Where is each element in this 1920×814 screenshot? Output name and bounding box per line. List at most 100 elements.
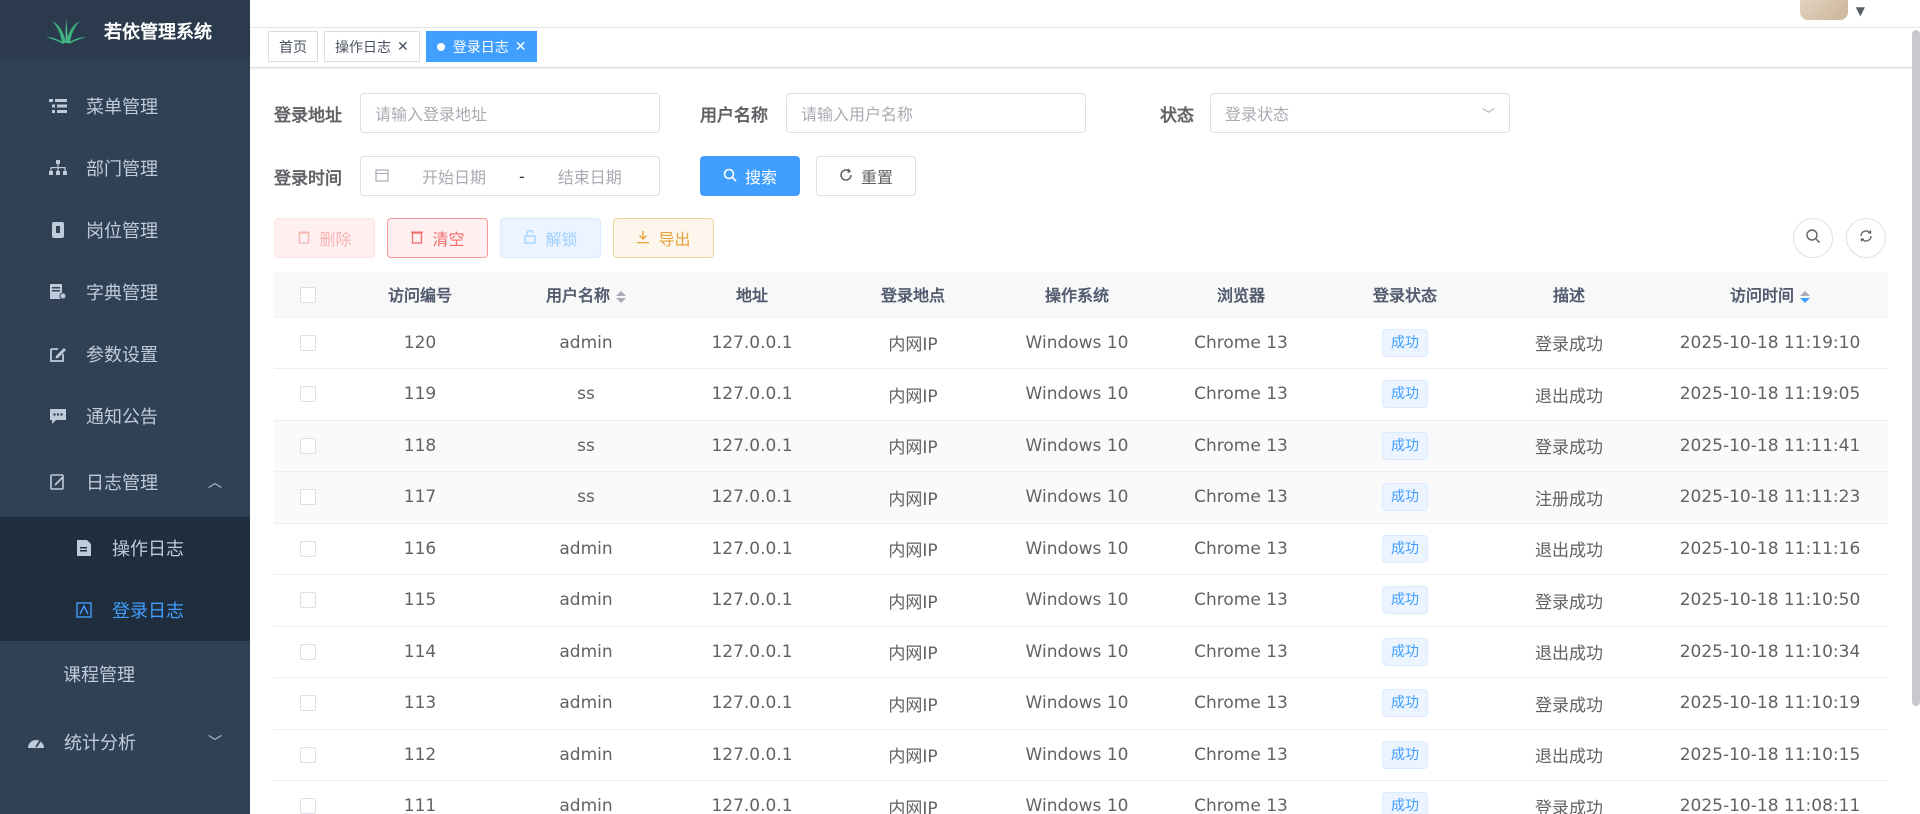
table-row[interactable]: 112 admin 127.0.0.1 内网IP Windows 10 Chrome 13…	[274, 729, 1888, 781]
sidebar-item-config[interactable]: 参数设置	[0, 323, 250, 385]
sidebar-item-logininfor[interactable]: 登录日志	[0, 579, 250, 641]
cell-msg: 登录成功	[1486, 317, 1652, 369]
col-header[interactable]: 访问编号	[342, 272, 498, 318]
table-row[interactable]: 111 admin 127.0.0.1 内网IP Windows 10 Chrome 13…	[274, 780, 1888, 814]
sidebar-item-menu[interactable]: 菜单管理	[0, 75, 250, 137]
sort-icon[interactable]	[1800, 290, 1810, 303]
col-header-username[interactable]: 用户名称	[498, 272, 674, 318]
tag-label: 首页	[279, 39, 307, 56]
row-checkbox[interactable]	[300, 798, 316, 814]
clean-button[interactable]: 清空	[387, 218, 488, 258]
col-header[interactable]: 地址	[674, 272, 830, 318]
sidebar-item-operlog[interactable]: 操作日志	[0, 517, 250, 579]
cell-time: 2025-10-18 11:19:10	[1652, 317, 1888, 369]
row-checkbox[interactable]	[300, 643, 316, 660]
refresh-table-button[interactable]	[1846, 218, 1886, 258]
message-icon	[48, 406, 68, 426]
sidebar: 若依管理系统 菜单管理 部门管理 岗位管理 字典管理 参数设置 通知公告 日志管…	[0, 0, 250, 814]
navbar: ▼	[250, 0, 1920, 28]
table-row[interactable]: 114 admin 127.0.0.1 内网IP Windows 10 Chrome 13…	[274, 626, 1888, 678]
sidebar-item-label: 日志管理	[86, 473, 158, 494]
cell-status: 成功	[1324, 626, 1486, 678]
avatar[interactable]	[1800, 0, 1848, 20]
close-icon[interactable]: ✕	[515, 39, 527, 55]
cell-user: ss	[498, 471, 674, 524]
row-checkbox[interactable]	[300, 592, 316, 609]
sidebar-item-post[interactable]: 岗位管理	[0, 199, 250, 261]
cell-browser: Chrome 13	[1158, 471, 1324, 524]
chevron-down-icon: ﹀	[1481, 107, 1495, 123]
delete-button[interactable]: 删除	[274, 218, 375, 258]
status-badge: 成功	[1382, 328, 1428, 357]
scrollbar[interactable]	[1912, 30, 1920, 706]
close-icon[interactable]: ✕	[397, 39, 409, 55]
toggle-search-button[interactable]	[1793, 218, 1833, 258]
login-log-table: 访问编号 用户名称 地址 登录地点 操作系统 浏览器 登录状态 描述 访问时间 …	[274, 272, 1888, 814]
form-item-status: 状态 登录状态 ﹀	[1160, 93, 1510, 133]
sidebar-item-stats[interactable]: 统计分析 ﹀	[0, 707, 250, 777]
sidebar-item-label: 岗位管理	[86, 221, 158, 242]
cell-status: 成功	[1324, 420, 1486, 472]
search-button[interactable]: 搜索	[700, 156, 800, 196]
col-header[interactable]: 描述	[1486, 272, 1652, 318]
tag-home[interactable]: 首页	[268, 31, 318, 62]
row-checkbox[interactable]	[300, 695, 316, 712]
row-checkbox[interactable]	[300, 386, 316, 403]
cell-os: Windows 10	[996, 368, 1158, 421]
unlock-button-label: 解锁	[545, 230, 578, 249]
sort-icon[interactable]	[616, 290, 626, 303]
app-logo[interactable]: 若依管理系统	[0, 0, 250, 61]
sidebar-item-dict[interactable]: 字典管理	[0, 261, 250, 323]
sidebar-item-dept[interactable]: 部门管理	[0, 137, 250, 199]
search-icon	[723, 167, 737, 186]
sidebar-item-notice[interactable]: 通知公告	[0, 385, 250, 447]
sidebar-item-label: 字典管理	[86, 283, 158, 304]
table-body: 120 admin 127.0.0.1 内网IP Windows 10 Chrome 13…	[274, 317, 1888, 814]
cell-user: admin	[498, 317, 674, 369]
tag-login-log[interactable]: 登录日志 ✕	[425, 31, 538, 62]
col-header-time[interactable]: 访问时间	[1652, 272, 1888, 318]
tag-oper-log[interactable]: 操作日志 ✕	[324, 31, 420, 62]
row-checkbox[interactable]	[300, 437, 316, 454]
cell-status: 成功	[1324, 523, 1486, 575]
status-select[interactable]: 登录状态 ﹀	[1210, 93, 1510, 133]
chevron-down-icon: ﹀	[208, 735, 222, 751]
status-badge: 成功	[1382, 792, 1428, 814]
cell-id: 120	[342, 317, 498, 369]
calendar-icon	[375, 167, 389, 186]
row-checkbox[interactable]	[300, 489, 316, 506]
reset-button[interactable]: 重置	[816, 156, 916, 196]
row-checkbox[interactable]	[300, 540, 316, 557]
main-area: ▼ 首页 操作日志 ✕ 登录日志 ✕ 登录地址 请输入登录地址 用户名称 请输入用户…	[250, 0, 1920, 814]
username-input[interactable]: 请输入用户名称	[786, 93, 1086, 133]
select-all-checkbox[interactable]	[300, 287, 316, 304]
table-row[interactable]: 115 admin 127.0.0.1 内网IP Windows 10 Chrome 13…	[274, 574, 1888, 627]
table-row[interactable]: 117 ss 127.0.0.1 内网IP Windows 10 Chrome 13 成功 注…	[274, 471, 1888, 524]
row-checkbox[interactable]	[300, 746, 316, 763]
col-header[interactable]: 浏览器	[1158, 272, 1324, 318]
col-header[interactable]: 操作系统	[996, 272, 1158, 318]
cell-ip: 127.0.0.1	[674, 523, 830, 575]
cell-loc: 内网IP	[830, 677, 996, 730]
table-row[interactable]: 119 ss 127.0.0.1 内网IP Windows 10 Chrome 13 成功 退…	[274, 368, 1888, 421]
cell-id: 116	[342, 523, 498, 575]
cell-loc: 内网IP	[830, 523, 996, 575]
sidebar-item-log[interactable]: 日志管理 ︿	[0, 447, 250, 517]
sidebar-item-course[interactable]: 课程管理	[0, 641, 250, 707]
cell-os: Windows 10	[996, 523, 1158, 575]
date-range-picker[interactable]: 开始日期 - 结束日期	[360, 156, 660, 196]
export-button[interactable]: 导出	[613, 218, 714, 258]
ipaddr-input[interactable]: 请输入登录地址	[360, 93, 660, 133]
col-header[interactable]: 登录地点	[830, 272, 996, 318]
table-row[interactable]: 118 ss 127.0.0.1 内网IP Windows 10 Chrome 13 成功 登…	[274, 420, 1888, 472]
cell-time: 2025-10-18 11:10:34	[1652, 626, 1888, 678]
edit-icon	[48, 344, 68, 364]
table-row[interactable]: 116 admin 127.0.0.1 内网IP Windows 10 Chrome 13…	[274, 523, 1888, 575]
unlock-button[interactable]: 解锁	[500, 218, 601, 258]
row-checkbox[interactable]	[300, 334, 316, 351]
cell-status: 成功	[1324, 677, 1486, 730]
table-row[interactable]: 113 admin 127.0.0.1 内网IP Windows 10 Chrome 13…	[274, 677, 1888, 730]
caret-down-icon[interactable]: ▼	[1856, 4, 1865, 18]
table-row[interactable]: 120 admin 127.0.0.1 内网IP Windows 10 Chrome 13…	[274, 317, 1888, 369]
col-header[interactable]: 登录状态	[1324, 272, 1486, 318]
